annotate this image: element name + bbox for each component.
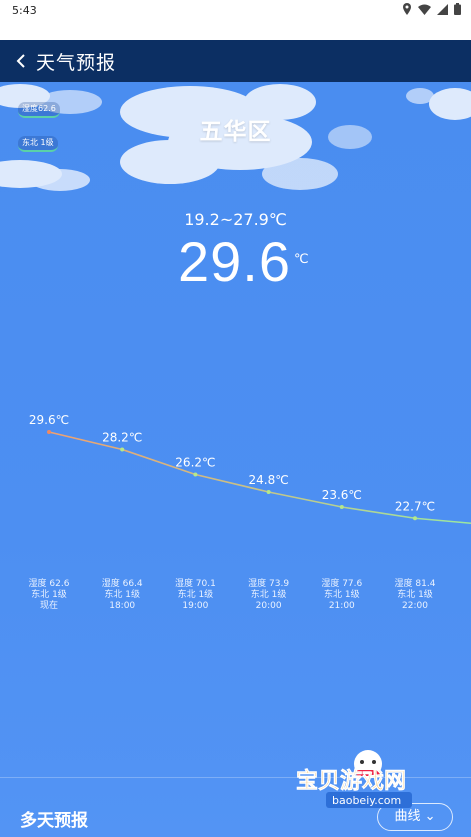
watermark-url: baobeiy.com bbox=[332, 794, 401, 807]
watermark-logo: 宝贝游戏网 baobeiy.com bbox=[296, 750, 412, 808]
temperature-range: 19.2~27.9℃ bbox=[184, 210, 287, 229]
city-name: 五华区 bbox=[199, 119, 272, 145]
hour-humidity: 湿度 81.4 bbox=[394, 579, 436, 589]
battery-icon bbox=[454, 3, 461, 15]
hour-time: 22:00 bbox=[402, 601, 428, 611]
hour-time: 20:00 bbox=[255, 601, 282, 611]
back-icon[interactable] bbox=[12, 50, 32, 72]
hour-humidity: 湿度 66.4 bbox=[101, 579, 143, 589]
location-icon bbox=[403, 3, 411, 15]
hour-humidity: 湿度 77.6 bbox=[321, 579, 363, 589]
temperature-label: 29.6℃ bbox=[29, 413, 69, 427]
forecast-title: 多天预报 bbox=[20, 811, 88, 831]
temperature-point bbox=[339, 505, 344, 509]
hour-wind: 东北 1级 bbox=[31, 590, 67, 600]
temperature-point bbox=[413, 516, 417, 521]
hour-column: 湿度 66.4 东北 1级 18:00 bbox=[87, 579, 157, 612]
cloud-background bbox=[0, 84, 471, 191]
hour-column: 湿度 77.6 东北 1级 21:00 bbox=[307, 579, 377, 612]
hour-column: 湿度 73.9 东北 1级 20:00 bbox=[234, 579, 304, 612]
temperature-point bbox=[266, 490, 271, 494]
hour-wind: 东北 1级 bbox=[250, 590, 287, 600]
temperature-point bbox=[120, 447, 125, 452]
current-temperature: 29.6 bbox=[178, 230, 291, 293]
hour-wind: 东北 1级 bbox=[324, 590, 360, 600]
temperature-label: 23.6℃ bbox=[322, 488, 362, 502]
temperature-unit: ℃ bbox=[294, 252, 309, 267]
hour-time: 18:00 bbox=[109, 601, 136, 611]
temperature-point bbox=[193, 472, 198, 477]
wifi-icon bbox=[418, 4, 431, 15]
weather-panel: 湿度62.6 东北 1级 五华区 19.2~27.9℃ 29.6 ℃ 29.6℃… bbox=[0, 82, 471, 837]
status-time: 5:43 bbox=[12, 4, 37, 17]
hour-humidity: 湿度 70.1 bbox=[174, 579, 216, 589]
hour-time: 现在 bbox=[39, 601, 58, 611]
hour-humidity: 湿度 62.6 bbox=[28, 579, 70, 589]
hour-wind: 东北 1级 bbox=[397, 590, 433, 600]
watermark-text: 宝贝游戏网 bbox=[296, 768, 406, 794]
hour-wind: 东北 1级 bbox=[177, 590, 214, 600]
hour-wind: 东北 1级 bbox=[104, 590, 140, 600]
title-bar: 天气预报 bbox=[0, 40, 471, 82]
hour-column: 湿度 70.1 东北 1级 19:00 bbox=[160, 579, 230, 612]
status-bar: 5:43 bbox=[0, 0, 471, 22]
hour-column: 湿度 81.4 东北 1级 22:00 bbox=[380, 579, 450, 612]
signal-icon bbox=[437, 3, 448, 15]
status-icons bbox=[402, 3, 461, 15]
temperature-label: 26.2℃ bbox=[175, 456, 215, 470]
hour-time: 19:00 bbox=[182, 601, 209, 611]
temperature-point bbox=[47, 430, 51, 434]
temperature-label: 22.7℃ bbox=[395, 499, 435, 513]
hourly-temperature-chart: 29.6℃ 28.2℃ 26.2℃ 24.8℃ 23.6℃ 22.7℃ bbox=[29, 413, 471, 525]
temperature-label: 28.2℃ bbox=[102, 431, 142, 445]
temperature-label: 24.8℃ bbox=[248, 473, 288, 487]
page-title: 天气预报 bbox=[36, 52, 117, 74]
hour-column: 湿度 62.6 东北 1级 现在 bbox=[14, 579, 84, 612]
hour-humidity: 湿度 73.9 bbox=[248, 579, 290, 589]
hour-time: 21:00 bbox=[328, 601, 355, 611]
